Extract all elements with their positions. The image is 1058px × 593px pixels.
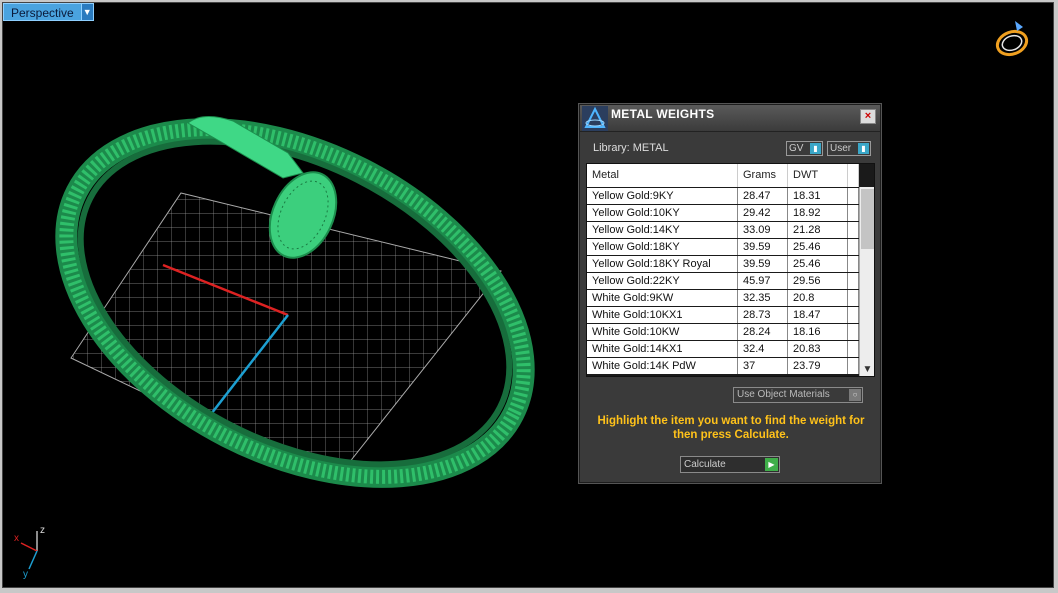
cell-dwt: 18.16 [788,324,848,340]
table-row[interactable]: White Gold:14K PdW 37 23.79 [587,358,859,375]
table-row[interactable]: White Gold:14KX1 32.4 20.83 [587,341,859,358]
metal-weights-dialog: METAL WEIGHTS × Library: METAL GV ▮ User… [579,104,881,483]
cell-spacer [848,290,859,306]
column-header-dwt[interactable]: DWT [788,164,848,187]
table-row[interactable]: Yellow Gold:14KY 33.09 21.28 [587,222,859,239]
column-header-spacer [848,164,859,187]
table-scrollbar[interactable]: ▼ [859,187,874,376]
table-header: Metal Grams DWT [587,164,859,187]
gv-toggle-label: GV [789,143,804,154]
table-row[interactable]: Yellow Gold:18KY Royal 39.59 25.46 [587,256,859,273]
calculate-button[interactable]: Calculate ▶ [680,456,780,473]
cell-metal: Yellow Gold:18KY [587,239,738,255]
viewport-view-selector[interactable]: Perspective ▼ [3,3,94,21]
dialog-title: METAL WEIGHTS [611,107,715,121]
cell-spacer [848,222,859,238]
user-toggle[interactable]: User ▮ [827,141,871,156]
cell-dwt: 20.8 [788,290,848,306]
library-label: Library: METAL [593,142,669,154]
cell-grams: 28.47 [738,188,788,204]
cell-metal: Yellow Gold:10KY [587,205,738,221]
cell-spacer [848,273,859,289]
cell-spacer [848,358,859,374]
column-header-metal[interactable]: Metal [587,164,738,187]
cell-dwt: 18.92 [788,205,848,221]
table-row[interactable]: Yellow Gold:22KY 45.97 29.56 [587,273,859,290]
cell-spacer [848,239,859,255]
ring-logo-icon[interactable] [993,17,1031,61]
cell-metal: Yellow Gold:18KY Royal [587,256,738,272]
axis-x-label: x [14,533,19,544]
matrix-logo-icon [582,106,608,131]
cell-spacer [848,188,859,204]
cell-grams: 33.09 [738,222,788,238]
axis-triad-icon: z x y [14,525,45,580]
toggle-switch-icon: ○ [849,389,861,401]
cell-spacer [848,256,859,272]
cell-metal: White Gold:14K PdW [587,358,738,374]
cell-dwt: 23.79 [788,358,848,374]
table-row[interactable]: White Gold:10KW 28.24 18.16 [587,324,859,341]
scroll-down-icon[interactable]: ▼ [860,363,874,376]
cell-dwt: 29.56 [788,273,848,289]
view-label[interactable]: Perspective [3,3,82,21]
close-button[interactable]: × [860,109,876,124]
cell-grams: 39.59 [738,256,788,272]
scrollbar-thumb[interactable] [861,189,874,249]
dialog-titlebar[interactable]: METAL WEIGHTS × [580,105,880,132]
cell-metal: Yellow Gold:22KY [587,273,738,289]
cell-spacer [848,205,859,221]
toggle-switch-icon: ▮ [858,143,869,154]
table-body: Yellow Gold:9KY 28.47 18.31 Yellow Gold:10K… [587,188,859,375]
cell-grams: 32.35 [738,290,788,306]
table-row[interactable]: White Gold:10KX1 28.73 18.47 [587,307,859,324]
table-row[interactable]: White Gold:9KW 32.35 20.8 [587,290,859,307]
cell-grams: 37 [738,358,788,374]
axis-y-label: y [23,569,28,580]
cell-metal: Yellow Gold:14KY [587,222,738,238]
cell-grams: 29.42 [738,205,788,221]
instruction-text: Highlight the item you want to find the … [597,415,865,441]
cell-metal: White Gold:9KW [587,290,738,306]
cell-dwt: 21.28 [788,222,848,238]
cell-metal: White Gold:10KW [587,324,738,340]
cell-grams: 45.97 [738,273,788,289]
table-row[interactable]: Yellow Gold:9KY 28.47 18.31 [587,188,859,205]
cell-metal: White Gold:14KX1 [587,341,738,357]
cell-spacer [848,324,859,340]
column-header-grams[interactable]: Grams [738,164,788,187]
gv-toggle[interactable]: GV ▮ [786,141,823,156]
use-object-materials-toggle[interactable]: Use Object Materials ○ [733,387,863,403]
cell-spacer [848,307,859,323]
cell-grams: 28.73 [738,307,788,323]
cell-dwt: 20.83 [788,341,848,357]
3d-viewport[interactable]: Perspective ▼ z x y METAL WEIGHTS × Libr… [2,2,1054,588]
table-row[interactable]: Yellow Gold:10KY 29.42 18.92 [587,205,859,222]
play-icon: ▶ [765,458,778,471]
scene-canvas[interactable] [3,3,1054,588]
axis-z-label: z [40,525,45,536]
cell-dwt: 18.31 [788,188,848,204]
toggle-switch-icon: ▮ [810,143,821,154]
chevron-down-icon[interactable]: ▼ [81,3,94,21]
cell-dwt: 25.46 [788,239,848,255]
cell-grams: 32.4 [738,341,788,357]
cell-grams: 28.24 [738,324,788,340]
cell-grams: 39.59 [738,239,788,255]
table-row[interactable]: Yellow Gold:18KY 39.59 25.46 [587,239,859,256]
metal-table[interactable]: Metal Grams DWT Yellow Gold:9KY 28.47 18.3… [586,163,875,377]
cell-metal: Yellow Gold:9KY [587,188,738,204]
cell-dwt: 18.47 [788,307,848,323]
cell-metal: White Gold:10KX1 [587,307,738,323]
cell-dwt: 25.46 [788,256,848,272]
calculate-label: Calculate [684,459,726,470]
cell-spacer [848,341,859,357]
user-toggle-label: User [830,143,852,154]
use-object-materials-label: Use Object Materials [737,389,830,400]
